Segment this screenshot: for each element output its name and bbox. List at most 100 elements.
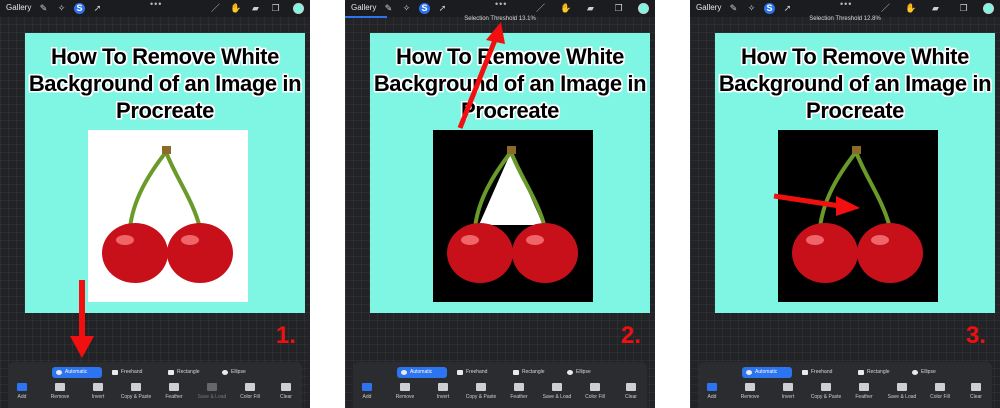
copy-paste-icon — [131, 383, 141, 391]
add-icon — [707, 383, 717, 391]
procreate-screen-2: Gallery ✎ ✧ S ➚ ••• ／ ✋ ▰ ❐ Selection Th… — [345, 0, 655, 408]
ellipse-icon — [222, 370, 228, 375]
tool-add[interactable]: Add — [692, 383, 732, 400]
tool-invert[interactable]: Invert — [768, 383, 808, 400]
tool-clear[interactable]: Clear — [611, 383, 651, 400]
mode-ellipse[interactable]: Ellipse — [908, 367, 958, 378]
selection-toolbar: Automatic Freehand Rectangle Ellipse Add… — [353, 362, 647, 408]
clear-icon — [971, 383, 981, 391]
tool-clear[interactable]: Clear — [266, 383, 306, 400]
more-dots-icon[interactable]: ••• — [495, 0, 507, 9]
tool-remove[interactable]: Remove — [730, 383, 770, 400]
mode-rectangle[interactable]: Rectangle — [854, 367, 904, 378]
tool-color-fill[interactable]: Color Fill — [575, 383, 615, 400]
tool-clear[interactable]: Clear — [956, 383, 996, 400]
cherries-image — [102, 146, 233, 283]
selection-toolbar: Automatic Freehand Rectangle Ellipse Add… — [8, 362, 302, 408]
top-toolbar: Gallery ✎ ✧ S ➚ ••• ／ ✋ ▰ ❐ — [345, 0, 655, 17]
brush-icon[interactable]: ／ — [535, 3, 546, 14]
mode-automatic[interactable]: Automatic — [742, 367, 792, 378]
remove-icon — [400, 383, 410, 391]
mode-automatic[interactable]: Automatic — [397, 367, 447, 378]
gallery-button[interactable]: Gallery — [351, 3, 376, 12]
tool-invert[interactable]: Invert — [423, 383, 463, 400]
tool-feather[interactable]: Feather — [154, 383, 194, 400]
clear-icon — [281, 383, 291, 391]
tool-remove[interactable]: Remove — [385, 383, 425, 400]
canvas[interactable]: How To Remove White Background of an Ima… — [370, 33, 650, 313]
wrench-icon[interactable]: ✎ — [383, 3, 394, 14]
color-fill-icon — [590, 383, 600, 391]
tool-add[interactable]: Add — [2, 383, 42, 400]
transform-icon[interactable]: ➚ — [782, 3, 793, 14]
heart-icon — [897, 383, 907, 391]
layers-icon[interactable]: ❐ — [613, 3, 624, 14]
mode-automatic[interactable]: Automatic — [52, 367, 102, 378]
tool-invert[interactable]: Invert — [78, 383, 118, 400]
add-icon — [362, 383, 372, 391]
layers-icon[interactable]: ❐ — [270, 3, 281, 14]
invert-icon — [93, 383, 103, 391]
mode-rectangle[interactable]: Rectangle — [164, 367, 214, 378]
freehand-icon — [112, 370, 118, 375]
smudge-icon[interactable]: ✋ — [905, 3, 916, 14]
transform-icon[interactable]: ➚ — [92, 3, 103, 14]
tool-copy-paste[interactable]: Copy & Paste — [461, 383, 501, 400]
selection-icon[interactable]: S — [419, 3, 430, 14]
wrench-icon[interactable]: ✎ — [728, 3, 739, 14]
smudge-icon[interactable]: ✋ — [560, 3, 571, 14]
tool-save-load[interactable]: Save & Load — [537, 383, 577, 400]
magic-wand-icon[interactable]: ✧ — [56, 3, 67, 14]
color-swatch[interactable] — [983, 3, 994, 14]
feather-icon — [169, 383, 179, 391]
tool-copy-paste[interactable]: Copy & Paste — [806, 383, 846, 400]
mode-freehand[interactable]: Freehand — [453, 367, 503, 378]
magic-wand-icon[interactable]: ✧ — [401, 3, 412, 14]
gallery-button[interactable]: Gallery — [6, 3, 31, 12]
tool-remove[interactable]: Remove — [40, 383, 80, 400]
tool-feather[interactable]: Feather — [844, 383, 884, 400]
tool-add[interactable]: Add — [347, 383, 387, 400]
gallery-button[interactable]: Gallery — [696, 3, 721, 12]
brush-icon[interactable]: ／ — [880, 3, 891, 14]
ellipse-icon — [912, 370, 918, 375]
automatic-icon — [746, 370, 752, 375]
more-dots-icon[interactable]: ••• — [840, 0, 852, 9]
mode-freehand[interactable]: Freehand — [108, 367, 158, 378]
color-fill-icon — [245, 383, 255, 391]
cherries-image — [447, 146, 578, 283]
transform-icon[interactable]: ➚ — [437, 3, 448, 14]
eraser-icon[interactable]: ▰ — [250, 3, 261, 14]
selection-toolbar: Automatic Freehand Rectangle Ellipse Add… — [698, 362, 992, 408]
smudge-icon[interactable]: ✋ — [230, 3, 241, 14]
tool-color-fill[interactable]: Color Fill — [920, 383, 960, 400]
procreate-screen-3: Gallery ✎ ✧ S ➚ ••• ／ ✋ ▰ ❐ Selection Th… — [690, 0, 1000, 408]
color-swatch[interactable] — [638, 3, 649, 14]
tool-color-fill[interactable]: Color Fill — [230, 383, 270, 400]
eraser-icon[interactable]: ▰ — [930, 3, 941, 14]
tool-copy-paste[interactable]: Copy & Paste — [116, 383, 156, 400]
canvas[interactable]: How To Remove White Background of an Ima… — [715, 33, 995, 313]
color-swatch[interactable] — [293, 3, 304, 14]
invert-icon — [438, 383, 448, 391]
mode-freehand[interactable]: Freehand — [798, 367, 848, 378]
mode-ellipse[interactable]: Ellipse — [218, 367, 268, 378]
tool-save-load[interactable]: Save & Load — [882, 383, 922, 400]
mode-ellipse[interactable]: Ellipse — [563, 367, 613, 378]
eraser-icon[interactable]: ▰ — [585, 3, 596, 14]
tool-save-load[interactable]: Save & Load — [192, 383, 232, 400]
automatic-icon — [56, 370, 62, 375]
step-number: 1. — [276, 322, 297, 349]
layers-icon[interactable]: ❐ — [958, 3, 969, 14]
mode-rectangle[interactable]: Rectangle — [509, 367, 559, 378]
wrench-icon[interactable]: ✎ — [38, 3, 49, 14]
canvas[interactable]: How To Remove White Background of an Ima… — [25, 33, 305, 313]
cherry-photo — [88, 130, 248, 302]
brush-icon[interactable]: ／ — [210, 3, 221, 14]
selection-icon[interactable]: S — [764, 3, 775, 14]
tool-feather[interactable]: Feather — [499, 383, 539, 400]
canvas-title: How To Remove White Background of an Ima… — [28, 44, 302, 123]
more-dots-icon[interactable]: ••• — [150, 0, 162, 9]
selection-icon[interactable]: S — [74, 3, 85, 14]
magic-wand-icon[interactable]: ✧ — [746, 3, 757, 14]
